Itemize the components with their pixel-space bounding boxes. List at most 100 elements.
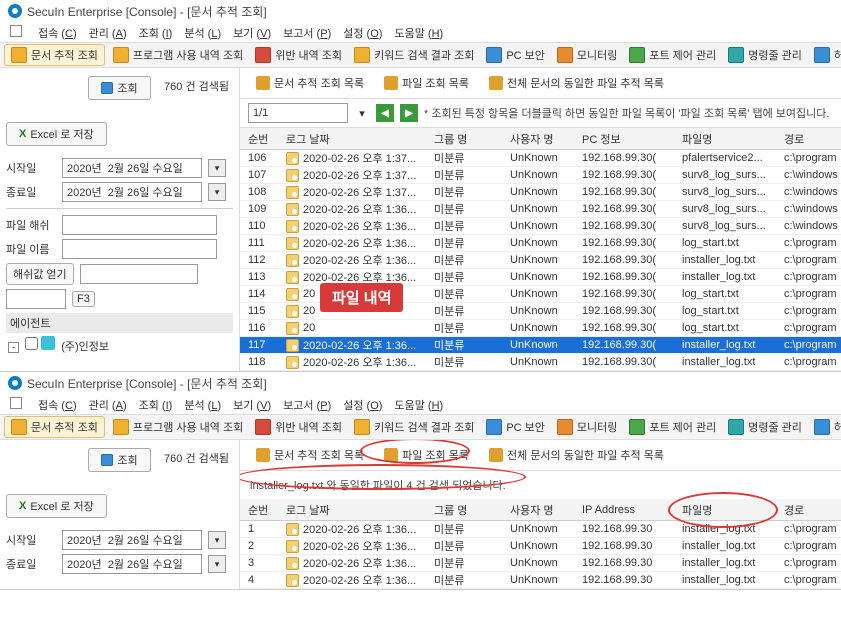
col-no[interactable]: 순번 bbox=[240, 502, 286, 518]
start-date-picker[interactable]: ▾ bbox=[208, 159, 226, 177]
start-date-input[interactable] bbox=[62, 530, 202, 550]
table-row[interactable]: 117 2020-02-26 오후 1:36... 미분류 UnKnown 19… bbox=[240, 337, 841, 354]
cell-path: c:\windows bbox=[784, 203, 841, 215]
control-box-icon[interactable] bbox=[10, 397, 22, 409]
menu-report[interactable]: 보고서 (P) bbox=[283, 397, 331, 411]
tool-port[interactable]: 포트 제어 관리 bbox=[625, 45, 720, 65]
tool-port[interactable]: 포트 제어 관리 bbox=[625, 417, 720, 437]
tool-program-usage[interactable]: 프로그램 사용 내역 조회 bbox=[109, 417, 247, 437]
query-button[interactable]: 조회 bbox=[88, 448, 150, 472]
f3-button[interactable]: F3 bbox=[72, 291, 95, 307]
menu-help[interactable]: 도움말 (H) bbox=[394, 25, 443, 39]
table-row[interactable]: 111 2020-02-26 오후 1:36... 미분류 UnKnown 19… bbox=[240, 235, 841, 252]
tool-violation[interactable]: 위반 내역 조회 bbox=[251, 45, 346, 65]
cell-pc: 192.168.99.30( bbox=[582, 220, 682, 232]
tab-identical-files[interactable]: 전체 문서의 동일한 파일 추적 목록 bbox=[481, 72, 672, 94]
cell-path: c:\program bbox=[784, 523, 841, 535]
menu-analyze[interactable]: 분석 (L) bbox=[184, 397, 221, 411]
tree-expand-icon[interactable]: - bbox=[8, 342, 19, 353]
table-row[interactable]: 4 2020-02-26 오후 1:36... 미분류 UnKnown 192.… bbox=[240, 572, 841, 589]
tool-doc-trace[interactable]: 문서 추적 조회 bbox=[4, 416, 105, 438]
table-row[interactable]: 3 2020-02-26 오후 1:36... 미분류 UnKnown 192.… bbox=[240, 555, 841, 572]
hash-calc-input[interactable] bbox=[80, 264, 198, 284]
menu-settings[interactable]: 설정 (O) bbox=[343, 25, 382, 39]
cell-user: UnKnown bbox=[510, 356, 582, 368]
menu-connect[interactable]: 접속 (C) bbox=[38, 25, 77, 39]
tool-keyword[interactable]: 키워드 검색 결과 조회 bbox=[350, 417, 478, 437]
table-row[interactable]: 110 2020-02-26 오후 1:36... 미분류 UnKnown 19… bbox=[240, 218, 841, 235]
tool-monitoring[interactable]: 모니터링 bbox=[553, 45, 621, 65]
query-button[interactable]: 조회 bbox=[88, 76, 150, 100]
tool-violation[interactable]: 위반 내역 조회 bbox=[251, 417, 346, 437]
end-date-picker[interactable]: ▾ bbox=[208, 555, 226, 573]
excel-save-button[interactable]: XExcel 로 저장 bbox=[6, 494, 107, 518]
tool-usb[interactable]: 허용 USB 정책 bbox=[810, 417, 841, 437]
tool-pc-security[interactable]: PC 보안 bbox=[482, 45, 549, 65]
tool-keyword[interactable]: 키워드 검색 결과 조회 bbox=[350, 45, 478, 65]
table-row[interactable]: 118 2020-02-26 오후 1:36... 미분류 UnKnown 19… bbox=[240, 354, 841, 371]
tool-program-usage[interactable]: 프로그램 사용 내역 조회 bbox=[109, 45, 247, 65]
menu-settings[interactable]: 설정 (O) bbox=[343, 397, 382, 411]
tab-trace-list[interactable]: 문서 추적 조회 목록 bbox=[248, 72, 372, 94]
tool-monitoring[interactable]: 모니터링 bbox=[553, 417, 621, 437]
excel-save-button[interactable]: XExcel 로 저장 bbox=[6, 122, 107, 146]
col-ip[interactable]: IP Address bbox=[582, 504, 682, 516]
table-row[interactable]: 107 2020-02-26 오후 1:37... 미분류 UnKnown 19… bbox=[240, 167, 841, 184]
menu-analyze[interactable]: 분석 (L) bbox=[184, 25, 221, 39]
col-path[interactable]: 경로 bbox=[784, 502, 841, 518]
tool-pc-security[interactable]: PC 보안 bbox=[482, 417, 549, 437]
cell-user: UnKnown bbox=[510, 574, 582, 586]
table-row[interactable]: 109 2020-02-26 오후 1:36... 미분류 UnKnown 19… bbox=[240, 201, 841, 218]
tool-usb[interactable]: 허용 USB 정책 bbox=[810, 45, 841, 65]
col-path[interactable]: 경로 bbox=[784, 131, 841, 147]
cell-path: c:\program bbox=[784, 254, 841, 266]
col-date[interactable]: 로그 날짜 bbox=[286, 502, 434, 518]
col-group[interactable]: 그룹 명 bbox=[434, 502, 510, 518]
menu-query[interactable]: 조회 (I) bbox=[139, 25, 173, 39]
menu-report[interactable]: 보고서 (P) bbox=[283, 25, 331, 39]
end-date-picker[interactable]: ▾ bbox=[208, 183, 226, 201]
cell-date: 2020-02-26 오후 1:37... bbox=[286, 167, 434, 183]
tool-cmdline[interactable]: 명령줄 관리 bbox=[724, 45, 806, 65]
tab-trace-list[interactable]: 문서 추적 조회 목록 bbox=[248, 444, 372, 466]
tab-identical-files[interactable]: 전체 문서의 동일한 파일 추적 목록 bbox=[481, 444, 672, 466]
table-row[interactable]: 108 2020-02-26 오후 1:37... 미분류 UnKnown 19… bbox=[240, 184, 841, 201]
tab-file-list[interactable]: 파일 조회 목록 bbox=[376, 72, 477, 94]
start-date-picker[interactable]: ▾ bbox=[208, 531, 226, 549]
menu-help[interactable]: 도움말 (H) bbox=[394, 397, 443, 411]
page-select[interactable] bbox=[248, 103, 348, 123]
tool-doc-trace[interactable]: 문서 추적 조회 bbox=[4, 44, 105, 66]
start-date-input[interactable] bbox=[62, 158, 202, 178]
f3-input[interactable] bbox=[6, 289, 66, 309]
col-pc[interactable]: PC 정보 bbox=[582, 131, 682, 147]
table-row[interactable]: 2 2020-02-26 오후 1:36... 미분류 UnKnown 192.… bbox=[240, 538, 841, 555]
col-user[interactable]: 사용자 명 bbox=[510, 502, 582, 518]
pc-icon bbox=[486, 47, 502, 63]
menu-manage[interactable]: 관리 (A) bbox=[89, 397, 127, 411]
menu-manage[interactable]: 관리 (A) bbox=[89, 25, 127, 39]
control-box-icon[interactable] bbox=[10, 25, 22, 37]
app-window-2: SecuIn Enterprise [Console] - [문서 추적 조회]… bbox=[0, 372, 841, 590]
table-row[interactable]: 106 2020-02-26 오후 1:37... 미분류 UnKnown 19… bbox=[240, 150, 841, 167]
file-name-input[interactable] bbox=[62, 239, 217, 259]
tool-cmdline[interactable]: 명령줄 관리 bbox=[724, 417, 806, 437]
col-date[interactable]: 로그 날짜 bbox=[286, 131, 434, 147]
col-no[interactable]: 순번 bbox=[240, 131, 286, 147]
end-date-input[interactable] bbox=[62, 182, 202, 202]
table-row[interactable]: 112 2020-02-26 오후 1:36... 미분류 UnKnown 19… bbox=[240, 252, 841, 269]
menu-view[interactable]: 보기 (V) bbox=[233, 25, 271, 39]
hash-calc-button[interactable]: 해쉬값 얻기 bbox=[6, 263, 74, 285]
menu-connect[interactable]: 접속 (C) bbox=[38, 397, 77, 411]
page-next-button[interactable]: ▶ bbox=[400, 104, 418, 122]
end-date-input[interactable] bbox=[62, 554, 202, 574]
menu-query[interactable]: 조회 (I) bbox=[139, 397, 173, 411]
agent-root-checkbox[interactable] bbox=[25, 337, 38, 350]
col-user[interactable]: 사용자 명 bbox=[510, 131, 582, 147]
agent-name[interactable]: (주)인정보 bbox=[61, 341, 109, 353]
menu-view[interactable]: 보기 (V) bbox=[233, 397, 271, 411]
col-group[interactable]: 그룹 명 bbox=[434, 131, 510, 147]
col-filename[interactable]: 파일명 bbox=[682, 131, 784, 147]
file-hash-input[interactable] bbox=[62, 215, 217, 235]
page-prev-button[interactable]: ◀ bbox=[376, 104, 394, 122]
table-row[interactable]: 116 20 미분류 UnKnown 192.168.99.30( log_st… bbox=[240, 320, 841, 337]
